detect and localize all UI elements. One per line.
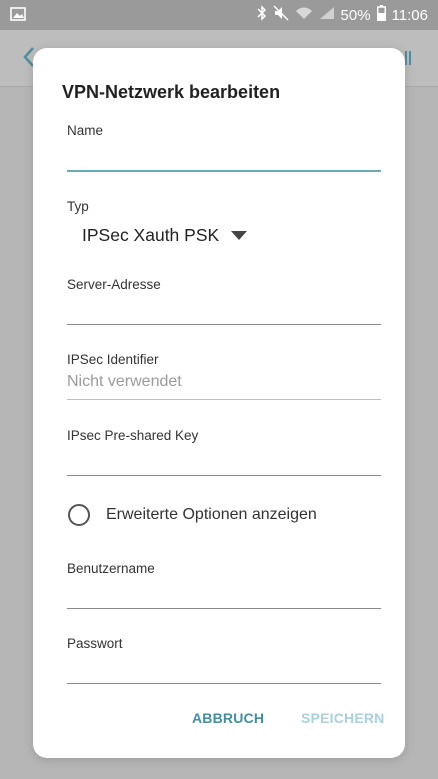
username-underline (67, 608, 381, 609)
password-label: Passwort (67, 636, 123, 651)
password-underline (67, 683, 381, 684)
type-label: Typ (67, 199, 89, 214)
name-input[interactable] (67, 146, 381, 168)
image-icon (10, 7, 26, 26)
status-icons: 50% 11:06 (257, 0, 428, 30)
psk-label: IPsec Pre-shared Key (67, 428, 199, 443)
save-button[interactable]: SPEICHERN (301, 710, 384, 726)
dropdown-arrow-icon (231, 230, 248, 240)
type-dropdown[interactable]: IPSec Xauth PSK (82, 222, 248, 248)
battery-percent: 50% (340, 6, 371, 24)
name-underline (67, 170, 381, 172)
dialog-title: VPN-Netzwerk bearbeiten (62, 82, 281, 102)
ipsec-identifier-label: IPSec Identifier (67, 352, 159, 367)
bluetooth-icon (257, 5, 267, 25)
signal-icon (319, 6, 335, 24)
password-input[interactable] (67, 659, 381, 681)
server-address-input[interactable] (67, 300, 381, 322)
overflow-edge-icon (404, 50, 412, 71)
status-bar: 50% 11:06 (0, 0, 438, 30)
ipsec-identifier-input[interactable] (67, 371, 381, 393)
psk-input[interactable] (67, 451, 381, 473)
psk-underline (67, 475, 381, 476)
advanced-options-toggle[interactable]: Erweiterte Optionen anzeigen (68, 502, 317, 528)
clock: 11:06 (391, 6, 428, 24)
server-address-label: Server-Adresse (67, 277, 161, 292)
ipsec-identifier-underline (67, 399, 381, 400)
name-label: Name (67, 123, 104, 138)
username-label: Benutzername (67, 561, 155, 576)
type-value: IPSec Xauth PSK (82, 224, 220, 245)
advanced-options-label: Erweiterte Optionen anzeigen (106, 506, 317, 523)
mute-icon (273, 5, 289, 25)
battery-icon (376, 5, 386, 25)
server-address-underline (67, 324, 381, 325)
advanced-options-radio[interactable] (68, 504, 90, 526)
cancel-button[interactable]: ABBRUCH (192, 710, 264, 726)
vpn-edit-dialog: VPN-Netzwerk bearbeiten Name Typ IPSec X… (33, 48, 405, 758)
username-input[interactable] (67, 584, 381, 606)
wifi-icon (295, 6, 313, 24)
